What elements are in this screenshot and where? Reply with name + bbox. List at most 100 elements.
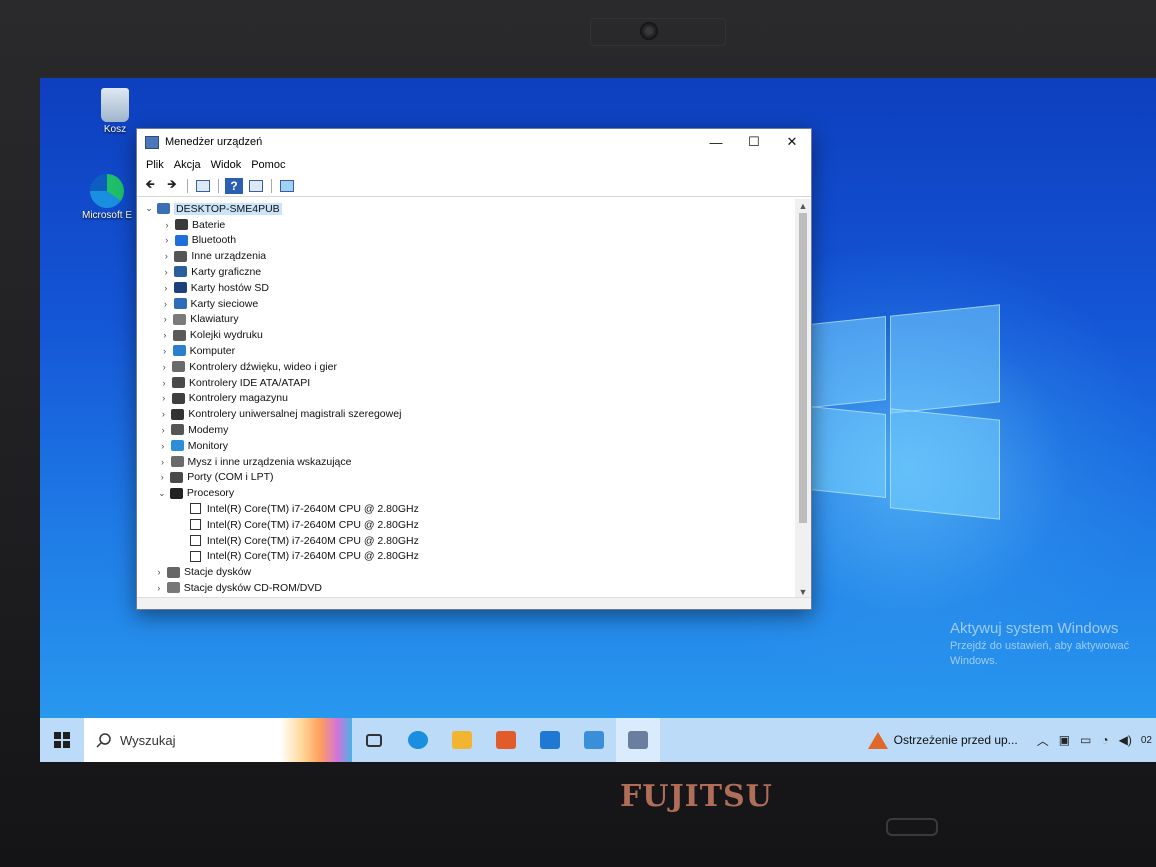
tree-item-category[interactable]: › Karty graficzne [160, 264, 262, 280]
title-bar[interactable]: Menedżer urządzeń — ☐ ✕ [137, 129, 811, 155]
taskbar-app-store[interactable] [484, 718, 528, 762]
taskbar-app-task-view[interactable] [352, 718, 396, 762]
chevron-right-icon[interactable]: › [153, 583, 165, 593]
tree-item-processor[interactable]: Intel(R) Core(TM) i7-2640M CPU @ 2.80GHz [176, 501, 419, 517]
taskbar-app-device-manager[interactable] [616, 718, 660, 762]
update-warning[interactable]: Ostrzeżenie przed up... [862, 731, 1032, 749]
tree-item-label: Kontrolery dźwięku, wideo i gier [189, 360, 337, 373]
tree-item-category[interactable]: › Klawiatury [159, 312, 239, 328]
tree-item-label: Inne urządzenia [191, 250, 267, 263]
device-category-icon [169, 487, 183, 499]
battery-icon[interactable]: ▭ [1075, 733, 1096, 747]
bezel-button [886, 818, 938, 836]
clock[interactable]: 02 [1137, 735, 1156, 746]
chevron-right-icon[interactable]: › [160, 251, 172, 261]
tree-item-category[interactable]: › Monitory [157, 438, 228, 454]
menu-akcja[interactable]: Akcja [169, 159, 206, 171]
volume-icon[interactable]: ◀) [1114, 733, 1137, 747]
scrollbar-thumb[interactable] [799, 213, 807, 523]
view-button[interactable] [247, 178, 265, 194]
chevron-right-icon[interactable]: › [161, 220, 173, 230]
start-button[interactable] [40, 718, 84, 762]
cpu-icon [189, 550, 201, 562]
scroll-down-arrow-icon[interactable]: ▼ [795, 587, 811, 597]
device-tree[interactable]: ⌄ DESKTOP-SME4PUB › Baterie › Bluetooth › Inne … [139, 199, 795, 599]
tree-item-category[interactable]: › Stacje dysków CD-ROM/DVD [153, 580, 322, 596]
tree-item-category[interactable]: › Stacje dysków [153, 564, 252, 580]
tree-item-category[interactable]: › Baterie [161, 217, 226, 233]
menu-widok[interactable]: Widok [206, 159, 247, 171]
tree-item-processor[interactable]: Intel(R) Core(TM) i7-2640M CPU @ 2.80GHz [176, 517, 419, 533]
chevron-right-icon[interactable]: › [160, 283, 172, 293]
network-icon[interactable]: ▣ [1054, 733, 1075, 747]
vertical-scrollbar[interactable]: ▲ ▼ [795, 199, 811, 599]
chevron-right-icon[interactable]: › [157, 409, 169, 419]
chevron-down-icon[interactable]: ⌄ [143, 203, 155, 214]
properties-button[interactable] [194, 178, 212, 194]
chevron-right-icon[interactable]: › [157, 457, 169, 467]
chevron-right-icon[interactable]: › [158, 393, 170, 403]
tree-item-category[interactable]: › Kontrolery uniwersalnej magistrali szer… [157, 406, 402, 422]
device-category-icon [171, 408, 185, 420]
tree-item-category[interactable]: ⌄ Procesory [156, 485, 234, 501]
chevron-right-icon[interactable]: › [157, 441, 169, 451]
chevron-right-icon[interactable]: › [157, 425, 169, 435]
tree-item-category[interactable]: › Kontrolery magazynu [158, 391, 288, 407]
device-category-icon [173, 282, 187, 294]
device-manager-window[interactable]: Menedżer urządzeń — ☐ ✕ Plik Akcja Widok… [136, 128, 812, 610]
chevron-up-icon[interactable]: ︿ [1032, 732, 1054, 749]
tree-item-category[interactable]: › Kontrolery IDE ATA/ATAPI [158, 375, 311, 391]
back-arrow-icon[interactable]: 🡸 [141, 177, 159, 194]
maximize-button[interactable]: ☐ [735, 129, 773, 155]
toolbar-separator [271, 178, 272, 193]
wallpaper-logo-pane [890, 408, 1000, 520]
taskbar-app-file-explorer[interactable] [440, 718, 484, 762]
scan-hardware-button[interactable] [278, 178, 296, 194]
menu-plik[interactable]: Plik [141, 159, 169, 171]
tree-item-category[interactable]: › Kontrolery dźwięku, wideo i gier [158, 359, 337, 375]
tree-item-category[interactable]: › Komputer [159, 343, 235, 359]
device-category-icon [172, 361, 186, 373]
chevron-right-icon[interactable]: › [159, 330, 171, 340]
chevron-right-icon[interactable]: › [153, 567, 165, 577]
forward-arrow-icon[interactable]: 🡺 [163, 177, 181, 194]
taskbar-app-edge[interactable] [396, 718, 440, 762]
tree-item-category[interactable]: › Karty sieciowe [160, 296, 258, 312]
help-button[interactable]: ? [225, 177, 243, 194]
minimize-button[interactable]: — [697, 129, 735, 155]
close-button[interactable]: ✕ [773, 129, 811, 155]
tree-item-processor[interactable]: Intel(R) Core(TM) i7-2640M CPU @ 2.80GHz [176, 533, 419, 549]
chevron-right-icon[interactable]: › [160, 299, 172, 309]
chevron-right-icon[interactable]: › [160, 267, 172, 277]
taskbar-app-mail[interactable] [528, 718, 572, 762]
taskbar-search[interactable]: Wyszukaj [84, 718, 352, 762]
chevron-right-icon[interactable]: › [159, 314, 171, 324]
tree-item-label: Kolejki wydruku [189, 329, 263, 342]
chevron-right-icon[interactable]: › [161, 235, 173, 245]
computer-icon [157, 203, 170, 215]
wifi-icon[interactable]: ◔ [1096, 733, 1113, 747]
chevron-right-icon[interactable]: › [156, 472, 168, 482]
tree-item-processor[interactable]: Intel(R) Core(TM) i7-2640M CPU @ 2.80GHz [176, 549, 419, 565]
chevron-right-icon[interactable]: › [158, 378, 170, 388]
tree-item-category[interactable]: › Kolejki wydruku [159, 327, 263, 343]
tree-root[interactable]: ⌄ DESKTOP-SME4PUB [143, 201, 282, 217]
tree-item-category[interactable]: › Porty (COM i LPT) [156, 470, 274, 486]
chevron-right-icon[interactable]: › [159, 346, 171, 356]
tree-item-category[interactable]: › Bluetooth [161, 233, 236, 249]
webcam-housing [590, 18, 726, 46]
chevron-down-icon[interactable]: ⌄ [156, 488, 168, 499]
window-title: Menedżer urządzeń [165, 136, 263, 148]
tree-item-category[interactable]: › Modemy [157, 422, 229, 438]
scroll-up-arrow-icon[interactable]: ▲ [795, 201, 811, 211]
desktop-icon-edge[interactable]: Microsoft E [74, 174, 140, 221]
tree-item-label: Procesory [186, 487, 235, 500]
status-bar [137, 597, 811, 609]
device-category-icon [174, 250, 188, 262]
tree-item-category[interactable]: › Mysz i inne urządzenia wskazujące [157, 454, 352, 470]
tree-item-category[interactable]: › Inne urządzenia [160, 248, 266, 264]
tree-item-category[interactable]: › Karty hostów SD [160, 280, 269, 296]
menu-pomoc[interactable]: Pomoc [246, 159, 290, 171]
taskbar-app-this-pc[interactable] [572, 718, 616, 762]
chevron-right-icon[interactable]: › [158, 362, 170, 372]
